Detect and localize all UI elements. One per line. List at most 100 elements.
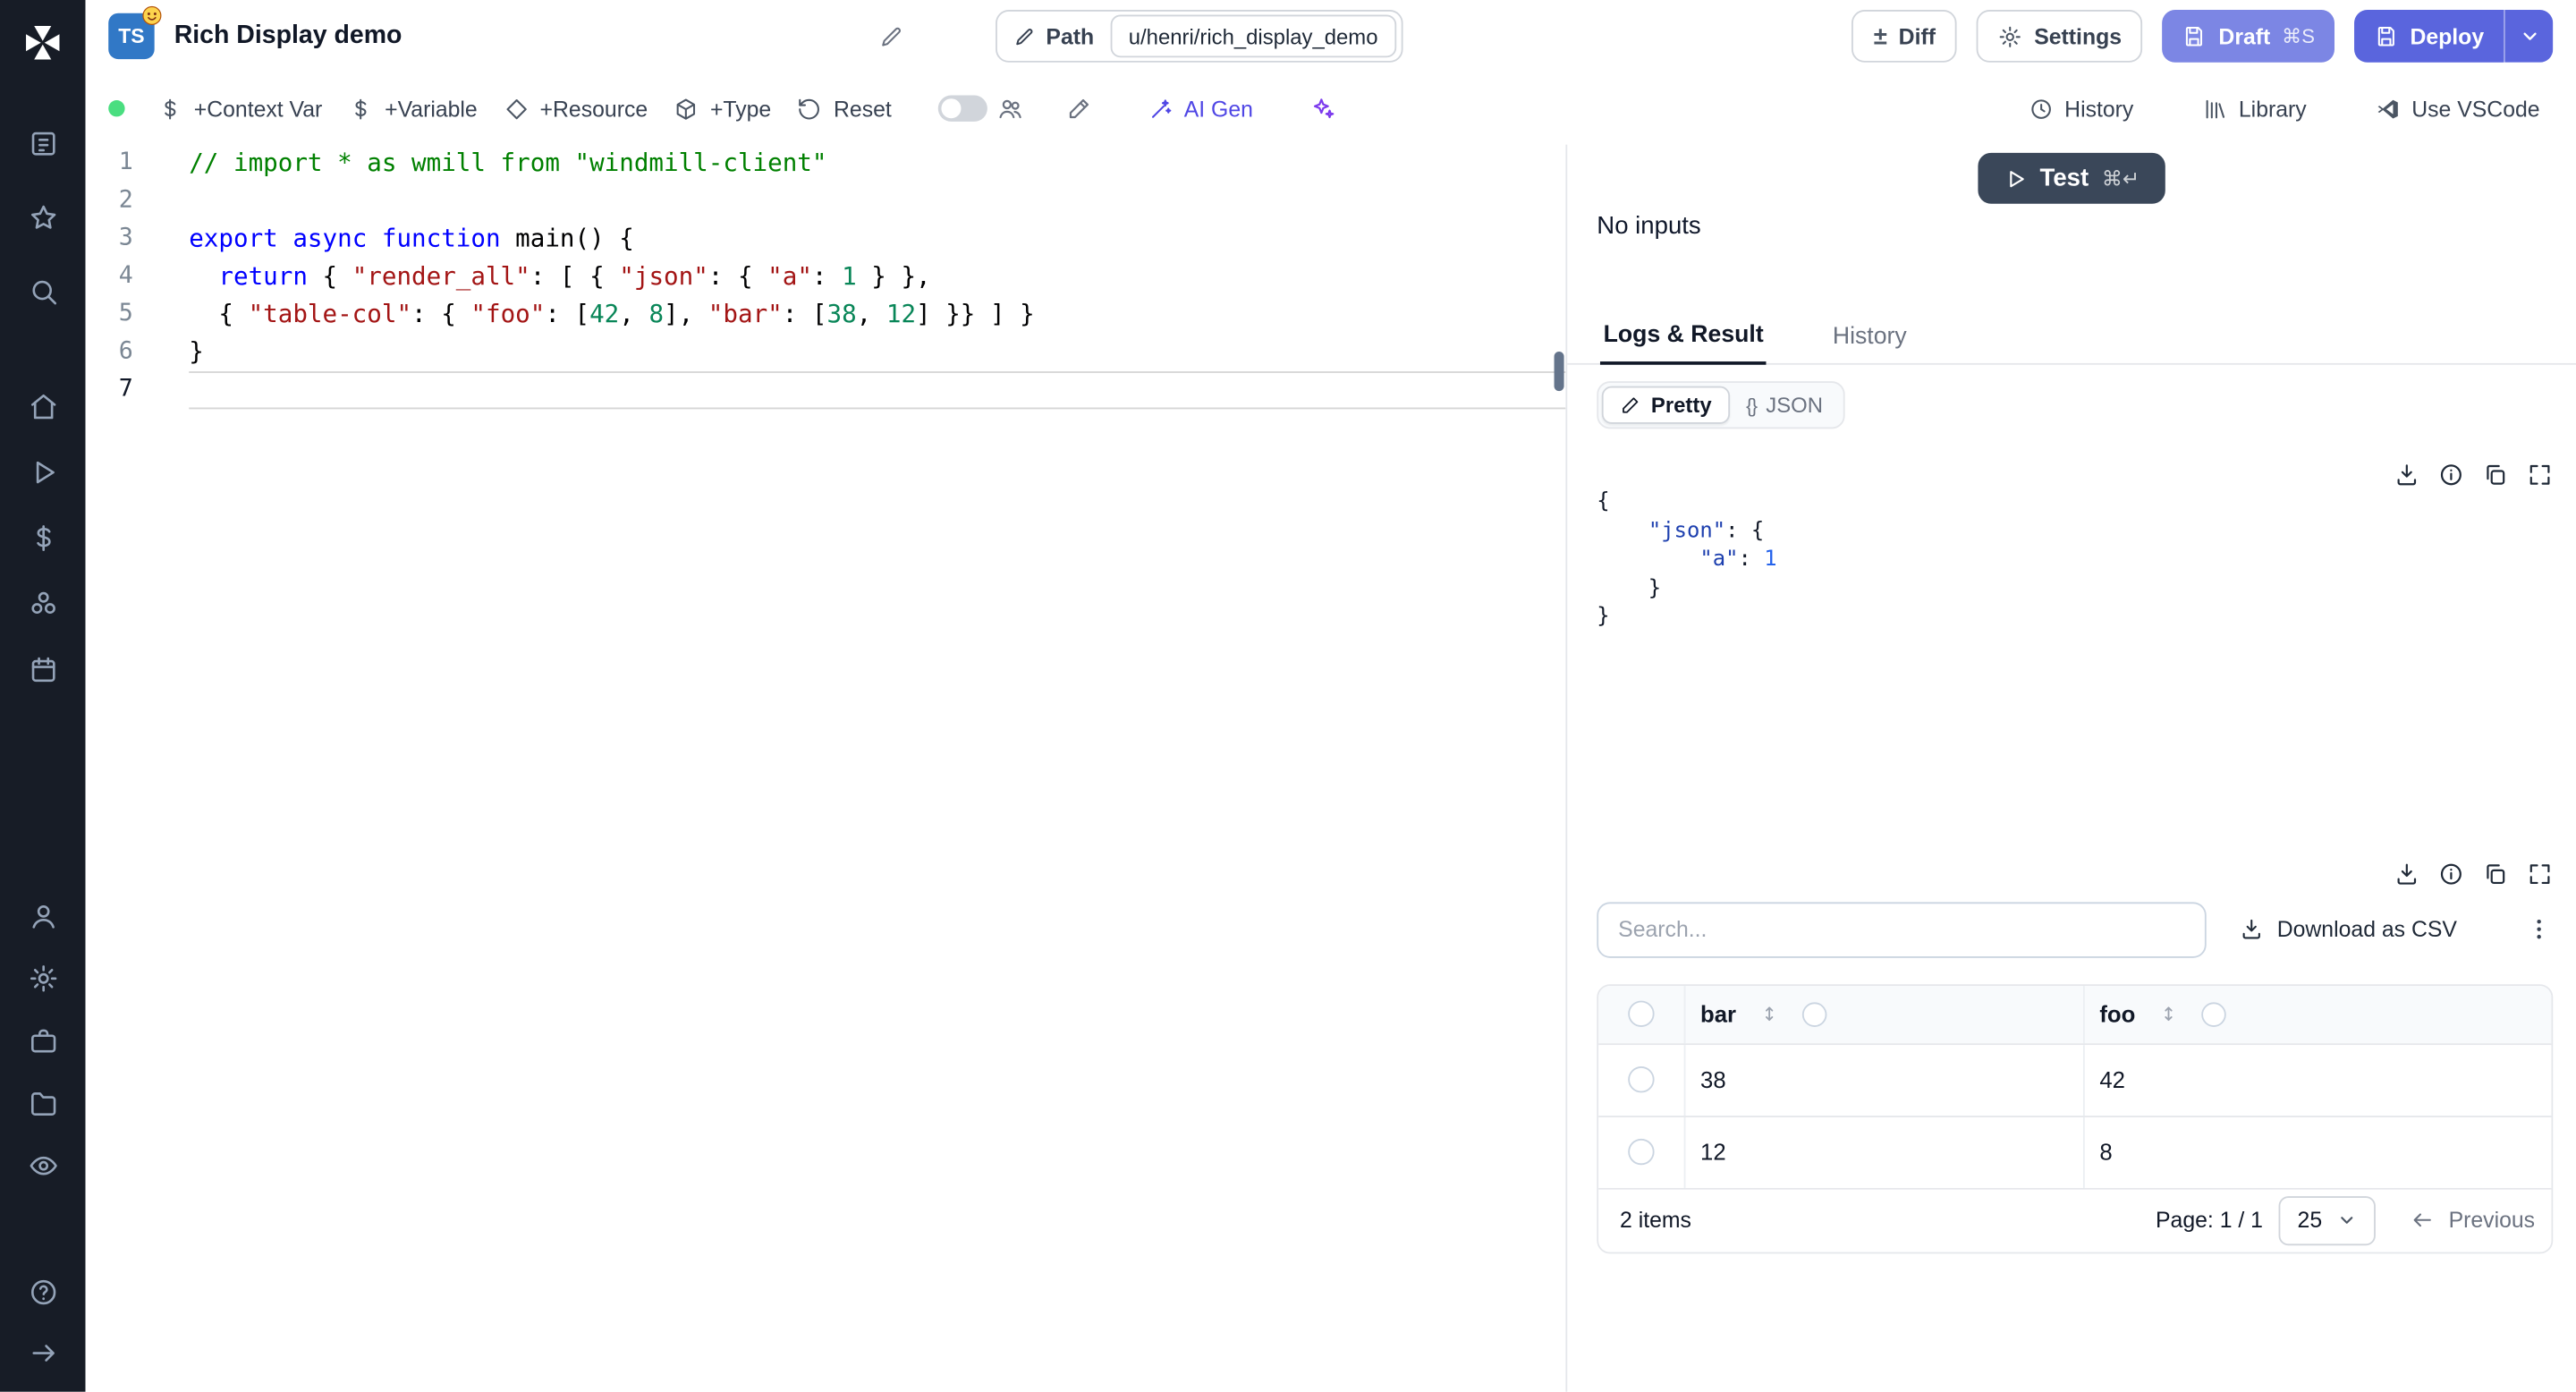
windmill-logo-icon[interactable]: [0, 0, 86, 86]
download-result-button[interactable]: [2394, 462, 2419, 488]
format-brush-icon[interactable]: [1065, 96, 1091, 122]
home-icon[interactable]: [27, 391, 58, 422]
code-editor[interactable]: 1 2 3 4 5 6 7 // import * as wmill from "windm…: [85, 144, 1566, 1392]
calendar-icon[interactable]: [27, 654, 58, 685]
editor-toolbar: +Context Var +Variable +Resource +Type R…: [85, 72, 2576, 145]
cell-foo: 42: [2082, 1044, 2551, 1116]
ai-gen-label: AI Gen: [1183, 96, 1253, 121]
table-menu-button[interactable]: [2525, 915, 2553, 943]
bar-column-toggle[interactable]: [1801, 1001, 1827, 1027]
download-table-button[interactable]: [2394, 861, 2419, 887]
table-row[interactable]: 12 8: [1598, 1116, 2552, 1189]
code-line[interactable]: [189, 182, 1565, 220]
result-table: bar foo 38 42 12 8 2 items Page: 1 / 1 2…: [1597, 983, 2554, 1253]
use-vscode-label: Use VSCode: [2411, 96, 2540, 121]
curly-braces-icon: {}: [1746, 393, 1758, 417]
line-number: 1: [118, 149, 133, 176]
add-variable-button[interactable]: +Variable: [335, 86, 490, 131]
row-checkbox[interactable]: [1628, 1138, 1655, 1166]
sidebar-group-top: [27, 128, 58, 307]
arrow-right-icon[interactable]: [27, 1337, 58, 1369]
column-header-bar[interactable]: bar: [1700, 1001, 1736, 1027]
column-header-foo[interactable]: foo: [2099, 1001, 2135, 1027]
download-csv-button[interactable]: Download as CSV: [2239, 917, 2457, 941]
windmill-app: TS Rich Display demo Path u/henri/rich_d…: [0, 0, 2576, 1392]
select-all-checkbox[interactable]: [1628, 1000, 1655, 1027]
user-icon[interactable]: [27, 901, 58, 932]
page-size-select[interactable]: 25: [2279, 1195, 2377, 1245]
add-resource-button[interactable]: +Resource: [490, 86, 660, 131]
copy-result-button[interactable]: [2482, 462, 2508, 488]
table-info-button[interactable]: [2438, 861, 2464, 887]
folder-icon[interactable]: [27, 1088, 58, 1119]
table-row[interactable]: 38 42: [1598, 1044, 2552, 1117]
script-path[interactable]: u/henri/rich_display_demo: [1110, 14, 1396, 58]
path-button[interactable]: Path: [996, 24, 1110, 48]
code-line[interactable]: [189, 371, 1566, 410]
json-toggle[interactable]: {} JSON: [1730, 387, 1839, 422]
edit-summary-pencil-icon[interactable]: [878, 24, 903, 49]
reset-label: Reset: [833, 96, 892, 121]
sort-bar-icon[interactable]: [1759, 1004, 1779, 1023]
sparkles-icon[interactable]: [1309, 96, 1335, 122]
settings-button[interactable]: Settings: [1976, 10, 2143, 63]
path-group: Path u/henri/rich_display_demo: [995, 10, 1403, 63]
test-button[interactable]: Test ⌘↵: [1977, 152, 2166, 204]
result-tabs: Logs & Result History: [1567, 312, 2576, 365]
code-line[interactable]: return { "render_all": [ { "json": { "a"…: [189, 258, 1565, 295]
draft-button[interactable]: Draft ⌘S: [2162, 10, 2334, 63]
star-icon[interactable]: [27, 202, 58, 233]
code-line[interactable]: // import * as wmill from "windmill-clie…: [189, 145, 1565, 182]
test-row: Test ⌘↵: [1567, 152, 2576, 204]
items-count: 2 items: [1620, 1207, 1691, 1233]
tab-logs-result[interactable]: Logs & Result: [1599, 312, 1767, 365]
add-context-var-button[interactable]: +Context Var: [145, 86, 335, 131]
sort-foo-icon[interactable]: [2158, 1004, 2178, 1023]
draft-shortcut: ⌘S: [2282, 24, 2315, 48]
code-line[interactable]: export async function main() {: [189, 220, 1565, 258]
apps-icon[interactable]: [27, 589, 58, 620]
reset-button[interactable]: Reset: [784, 86, 905, 131]
sidebar-group-admin: [27, 901, 58, 1182]
deploy-dropdown-button[interactable]: [2504, 10, 2554, 63]
search-icon[interactable]: [27, 276, 58, 308]
expand-table-button[interactable]: [2527, 861, 2553, 887]
row-checkbox[interactable]: [1628, 1066, 1655, 1093]
briefcase-icon[interactable]: [27, 1025, 58, 1057]
kanban-icon[interactable]: [27, 128, 58, 159]
previous-page-button[interactable]: Previous: [2411, 1208, 2535, 1233]
history-button[interactable]: History: [2015, 86, 2147, 131]
eye-icon[interactable]: [27, 1150, 58, 1182]
code-area[interactable]: // import * as wmill from "windmill-clie…: [187, 145, 1566, 1392]
deploy-button[interactable]: Deploy: [2354, 10, 2504, 63]
add-type-button[interactable]: +Type: [661, 86, 784, 131]
copy-table-button[interactable]: [2482, 861, 2508, 887]
play-icon[interactable]: [27, 457, 58, 488]
cube-icon: [677, 98, 696, 119]
dollar-icon[interactable]: [27, 522, 58, 554]
help-icon[interactable]: [27, 1277, 58, 1308]
users-icon[interactable]: [996, 96, 1022, 122]
pretty-toggle[interactable]: Pretty: [1601, 386, 1730, 424]
tab-history[interactable]: History: [1829, 312, 1910, 363]
chevron-down-icon: [2522, 32, 2536, 40]
expand-result-button[interactable]: [2527, 462, 2553, 488]
json-label: JSON: [1766, 392, 1823, 418]
table-search-input[interactable]: [1597, 901, 2207, 957]
result-json-line: "a": 1: [1699, 547, 1777, 573]
settings-button-label: Settings: [2034, 23, 2123, 49]
multiplayer-toggle[interactable]: [937, 95, 987, 122]
library-button[interactable]: Library: [2190, 86, 2320, 131]
foo-column-toggle[interactable]: [2200, 1001, 2226, 1027]
pane-resize-handle[interactable]: [1554, 352, 1564, 392]
diff-button[interactable]: ± Diff: [1852, 10, 1957, 63]
kebab-icon: [2537, 920, 2541, 939]
code-line[interactable]: }: [189, 334, 1565, 371]
ai-gen-button[interactable]: AI Gen: [1135, 86, 1267, 131]
table-controls: Download as CSV: [1597, 901, 2553, 957]
result-info-button[interactable]: [2438, 462, 2464, 488]
use-vscode-button[interactable]: Use VSCode: [2362, 86, 2553, 131]
gear-icon[interactable]: [27, 963, 58, 994]
code-line[interactable]: { "table-col": { "foo": [42, 8], "bar": …: [189, 296, 1565, 334]
result-json-line: "json": {: [1648, 518, 1765, 544]
